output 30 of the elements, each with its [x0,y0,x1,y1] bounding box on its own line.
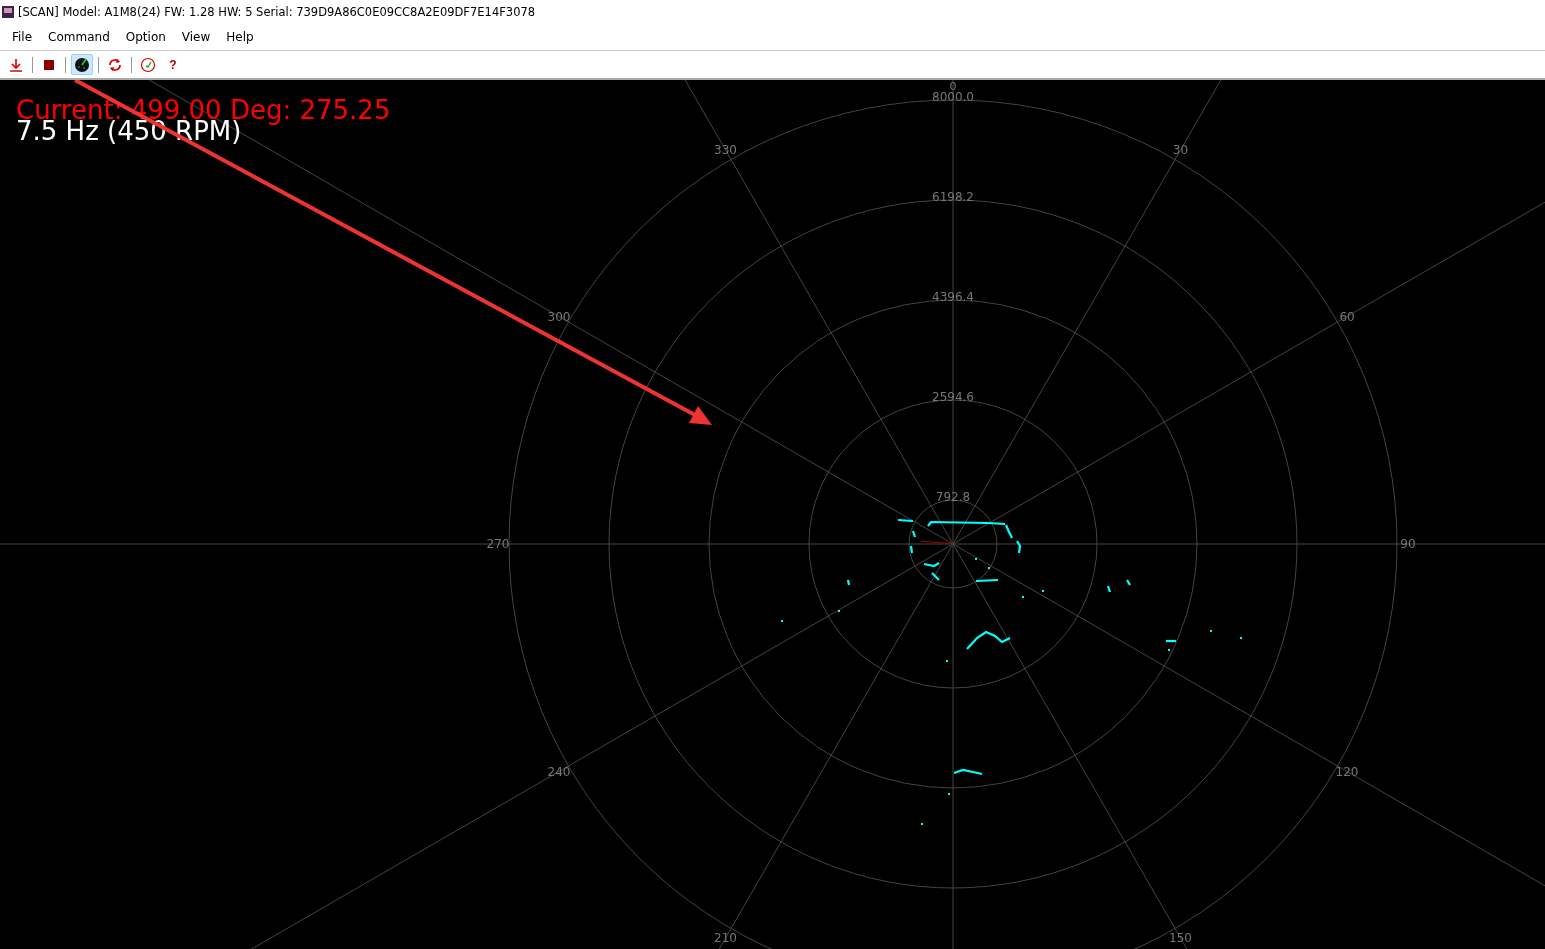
angle-label: 0 [949,80,957,93]
angle-label: 270 [486,537,510,551]
stop-icon [43,58,55,71]
angle-label: 210 [714,931,737,946]
ring-label: 6198.2 [932,190,974,204]
angle-label: 120 [1335,764,1359,779]
gauge-icon [140,56,156,73]
menu-item[interactable]: Option [125,29,182,44]
angle-label: 300 [547,309,571,324]
angle-label: 150 [1169,931,1192,946]
refresh-icon [107,56,123,73]
menu-item[interactable]: Command [48,29,126,44]
angle-label: 330 [714,142,737,157]
menu-item[interactable]: File [12,29,49,44]
angle-label: 30 [1172,142,1189,157]
ring-label: 4396.4 [932,290,974,304]
ring-label: 8000.0 [932,90,974,104]
window-title: [SCAN] Model: A1M8(24) FW: 1.28 HW: 5 Serial: 739D9A86C0E09CC8A2E09DF7E14F3078 [18,4,536,19]
toolbar-button[interactable]: ? [162,54,184,75]
radar-icon [74,56,90,73]
download-icon [9,57,23,72]
app-icon [2,5,14,18]
menu-item[interactable]: Help [226,29,270,44]
angle-label: 90 [1400,537,1416,551]
toolbar-button[interactable] [71,54,93,75]
menu-item[interactable]: View [181,29,227,44]
angle-label: 60 [1339,309,1355,324]
ring-label: 792.8 [935,490,971,504]
angle-label: 240 [547,764,571,779]
ring-label: 2594.6 [932,390,974,404]
